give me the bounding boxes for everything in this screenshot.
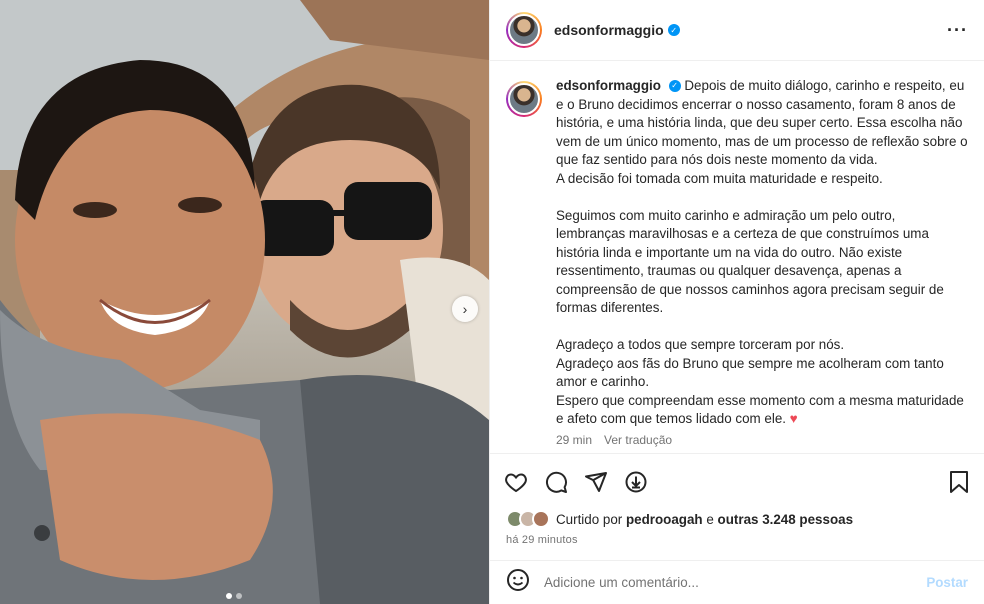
caption-line: Agradeço aos fãs do Bruno que sempre me … xyxy=(556,355,944,390)
caption-line: Espero que compreendam esse momento com … xyxy=(556,392,964,427)
likes-summary: Curtido por pedrooagah e outras 3.248 pe… xyxy=(506,510,853,528)
liker-avatars[interactable] xyxy=(506,510,550,528)
post-comment-button[interactable]: Postar xyxy=(926,575,968,590)
caption-line: Seguimos com muito carinho e admiração u… xyxy=(556,207,944,316)
carousel-dot xyxy=(226,593,232,599)
posted-ago[interactable]: há 29 minutos xyxy=(506,534,578,546)
heart-emoji: ♥ xyxy=(789,411,798,426)
comment-input[interactable] xyxy=(544,575,927,590)
more-options-icon[interactable]: ··· xyxy=(947,20,968,41)
translate-link[interactable]: Ver tradução xyxy=(604,431,672,450)
caption-avatar[interactable] xyxy=(506,81,542,117)
caption-paragraph-2: Seguimos com muito carinho e admiração u… xyxy=(556,207,968,318)
verified-badge-icon: ✓ xyxy=(668,80,681,93)
post-side-panel: edsonformaggio ✓ ··· edsonformaggio ✓ De… xyxy=(489,0,984,604)
caption-text: edsonformaggio ✓ Depois de muito diálogo… xyxy=(556,77,968,449)
caption-line: Agradeço a todos que sempre torceram por… xyxy=(556,337,845,352)
caption-paragraph-3: Agradeço a todos que sempre torceram por… xyxy=(556,336,968,429)
carousel-dot xyxy=(236,593,242,599)
save-icon[interactable] xyxy=(948,470,970,494)
comment-bar: Postar xyxy=(490,560,984,604)
avatar xyxy=(532,510,550,528)
selfie-image xyxy=(0,0,489,604)
carousel-next-icon[interactable]: › xyxy=(452,296,478,322)
likes-connector: e xyxy=(706,511,714,527)
like-icon[interactable] xyxy=(504,470,528,494)
post-header: edsonformaggio ✓ ··· xyxy=(490,0,984,61)
action-bar xyxy=(504,467,970,497)
likes-prefix: Curtido por xyxy=(556,511,623,527)
post-photo[interactable]: › xyxy=(0,0,489,604)
verified-badge-icon: ✓ xyxy=(667,24,680,36)
post-time: 29 min xyxy=(556,432,593,447)
comment-icon[interactable] xyxy=(544,470,568,494)
caption-area: edsonformaggio ✓ Depois de muito diálogo… xyxy=(490,61,984,454)
repost-icon[interactable] xyxy=(624,470,648,494)
caption-meta: 29 min Ver tradução xyxy=(556,431,968,450)
carousel-indicator xyxy=(226,593,242,599)
caption-paragraph-1: edsonformaggio ✓ Depois de muito diálogo… xyxy=(556,77,968,188)
caption-line: A decisão foi tomada com muita maturidad… xyxy=(556,170,883,186)
header-username[interactable]: edsonformaggio xyxy=(554,22,664,38)
liker-username[interactable]: pedrooagah xyxy=(626,512,703,527)
emoji-icon[interactable] xyxy=(506,568,530,597)
caption-username[interactable]: edsonformaggio xyxy=(556,78,661,93)
likes-others[interactable]: outras 3.248 pessoas xyxy=(718,512,853,527)
share-icon[interactable] xyxy=(584,470,608,494)
avatar[interactable] xyxy=(506,12,542,48)
